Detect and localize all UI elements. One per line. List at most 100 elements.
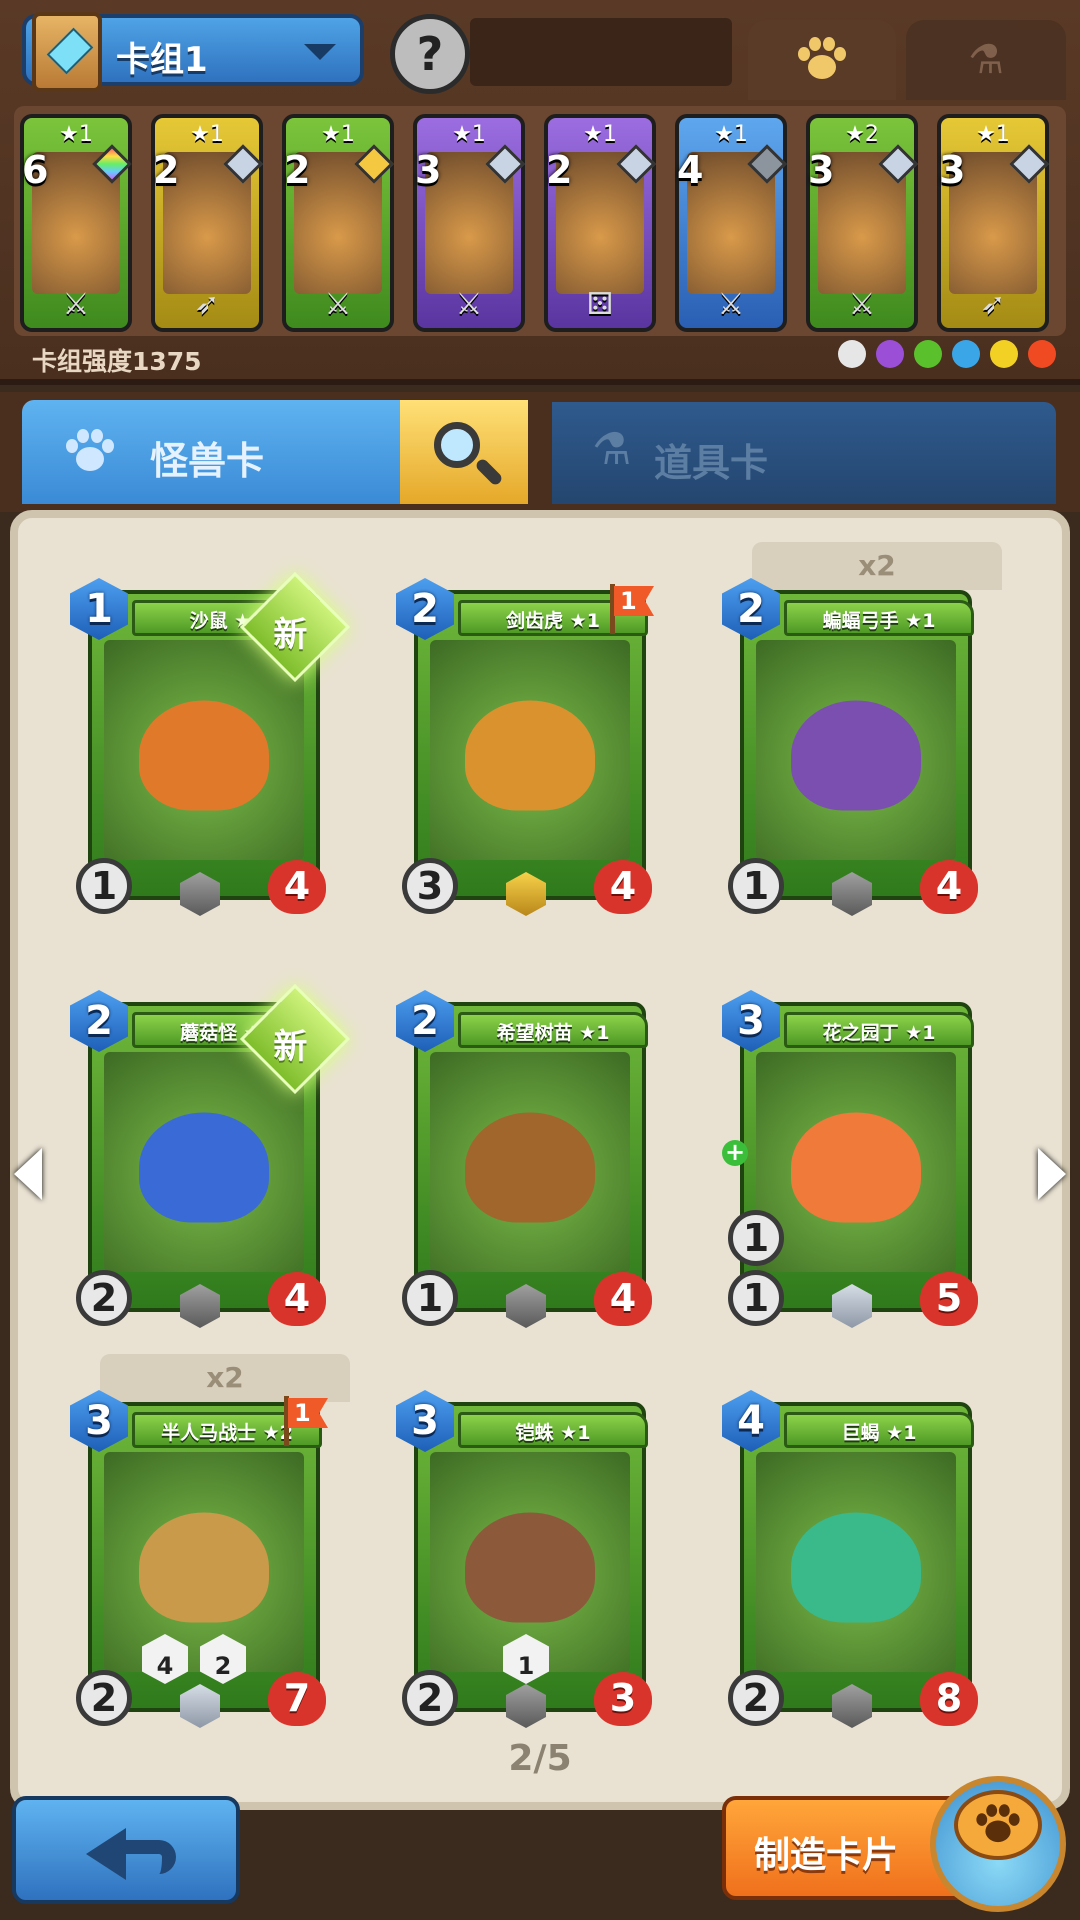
page-indicator: 2/5: [508, 1738, 572, 1779]
card-cost: 2: [284, 148, 311, 192]
card-cost: 6: [22, 148, 49, 192]
card-stars: ★1: [714, 122, 748, 147]
card-frame: 蝙蝠弓手 ★1: [740, 590, 974, 900]
health-stat: 4: [594, 1272, 652, 1326]
deck-card[interactable]: ★1 2 ⚔: [282, 114, 394, 332]
card-cost: 3: [939, 148, 966, 192]
next-page-arrow-icon[interactable]: [1038, 1148, 1066, 1200]
element-icon[interactable]: [876, 340, 904, 368]
deck-card[interactable]: ★1 6 ⚔: [20, 114, 132, 332]
card-frame: 希望树苗 ★1: [414, 1002, 648, 1312]
tab-item-deck[interactable]: ⚗: [906, 20, 1066, 100]
deck-card[interactable]: ★1 4 ⚔: [675, 114, 787, 332]
search-icon: [434, 422, 480, 468]
search-button[interactable]: [400, 400, 528, 504]
deck-card[interactable]: ★1 2 ➶: [151, 114, 263, 332]
health-stat: 4: [920, 860, 978, 914]
deck-card-strip: ★1 6 ⚔ ★1 2 ➶ ★1 2 ⚔ ★1 3 ⚔ ★1 2 ⚄ ★1 4 …: [14, 106, 1066, 336]
tab-item-cards[interactable]: ⚗ 道具卡: [552, 402, 1056, 504]
potion-icon: ⚗: [968, 37, 1004, 83]
monster-card[interactable]: x2 蝙蝠弓手 ★1 2 1 4: [722, 542, 1002, 918]
monster-card[interactable]: 铠蛛 ★1 3 2 3 1: [396, 1390, 656, 1730]
card-stars: ★1: [59, 122, 93, 147]
attack-stat: 2: [76, 1670, 132, 1726]
card-stars: ★1: [976, 122, 1010, 147]
element-filter-icons: [838, 340, 1056, 368]
card-art: [104, 1452, 304, 1672]
health-stat: 4: [268, 860, 326, 914]
monster-card[interactable]: 沙鼠 ★1 1 1 4 新: [70, 571, 351, 918]
card-art: [430, 640, 630, 860]
heal-stat: 1: [728, 1210, 784, 1266]
deck-card[interactable]: ★1 3 ➶: [937, 114, 1049, 332]
monster-card[interactable]: 蘑菇怪 ★1 2 2 4 新: [70, 983, 351, 1330]
paw-icon: [64, 429, 116, 475]
creature-illustration: [791, 1512, 921, 1623]
creature-illustration: [791, 700, 921, 811]
potion-icon: ⚗: [592, 424, 632, 475]
flag-icon: 1: [278, 1396, 328, 1446]
element-icon[interactable]: [914, 340, 942, 368]
chevron-down-icon: [304, 44, 336, 60]
deck-book-icon: [32, 12, 102, 92]
card-cost: 2: [153, 148, 180, 192]
sword-icon: ⚔: [848, 287, 876, 322]
health-stat: 7: [268, 1672, 326, 1726]
card-stars: ★1: [583, 122, 617, 147]
search-icon-handle: [474, 457, 504, 487]
deck-header: 卡组1 ? ⚗ ★1 6 ⚔ ★1 2 ➶ ★1 2 ⚔ ★1 3 ⚔ ★1 2: [0, 0, 1080, 385]
creature-illustration: [791, 1112, 921, 1223]
card-art: [104, 640, 304, 860]
monster-card[interactable]: 花之园丁 ★1 3 1 5 +1: [722, 990, 982, 1330]
element-icon[interactable]: [1028, 340, 1056, 368]
card-cost: 3: [415, 148, 442, 192]
attack-stat: 1: [728, 1270, 784, 1326]
attack-stat: 3: [402, 858, 458, 914]
dice-icon: ⚄: [586, 287, 614, 322]
card-name: 铠蛛 ★1: [458, 1412, 648, 1448]
element-icon[interactable]: [838, 340, 866, 368]
monster-card[interactable]: x2 半人马战士 ★2 3 2 7 142: [70, 1354, 350, 1730]
deck-card[interactable]: ★2 3 ⚔: [806, 114, 918, 332]
deck-card[interactable]: ★1 3 ⚔: [413, 114, 525, 332]
card-art: [756, 640, 956, 860]
deck-power: 卡组强度1375: [32, 347, 202, 376]
element-icon[interactable]: [952, 340, 980, 368]
monster-card[interactable]: 巨蝎 ★1 4 2 8: [722, 1390, 982, 1730]
card-frame: 剑齿虎 ★1: [414, 590, 648, 900]
creature-illustration: [465, 1512, 595, 1623]
back-arrow-icon: [86, 1822, 176, 1882]
card-art: [756, 1452, 956, 1672]
card-art: [104, 1052, 304, 1272]
card-name: 蝙蝠弓手 ★1: [784, 600, 974, 636]
flag-icon: 1: [604, 584, 654, 634]
attack-stat: 2: [76, 1270, 132, 1326]
deck-card[interactable]: ★1 2 ⚄: [544, 114, 656, 332]
health-stat: 8: [920, 1672, 978, 1726]
deck-selector[interactable]: 卡组1: [22, 12, 364, 92]
craft-card-label: 制造卡片: [754, 1835, 899, 1876]
bow-icon: ➶: [194, 287, 220, 322]
card-cost: 4: [677, 148, 704, 192]
tab-monster-deck[interactable]: [748, 20, 896, 100]
prev-page-arrow-icon[interactable]: [14, 1148, 42, 1200]
avatar[interactable]: ?: [390, 14, 470, 94]
health-stat: 3: [594, 1672, 652, 1726]
attack-stat: 2: [402, 1670, 458, 1726]
attack-stat: 1: [76, 858, 132, 914]
creature-illustration: [465, 700, 595, 811]
health-stat: 4: [268, 1272, 326, 1326]
monster-card[interactable]: 希望树苗 ★1 2 1 4: [396, 990, 656, 1330]
card-name: 花之园丁 ★1: [784, 1012, 974, 1048]
card-frame: 花之园丁 ★1: [740, 1002, 974, 1312]
card-stars: ★1: [452, 122, 486, 147]
element-icon[interactable]: [990, 340, 1018, 368]
duplicate-count: x2: [752, 542, 1002, 590]
card-stars: ★1: [321, 122, 355, 147]
creature-illustration: [139, 1512, 269, 1623]
monster-card[interactable]: 剑齿虎 ★1 2 3 4 1: [396, 578, 656, 918]
dust-jar-icon[interactable]: [930, 1776, 1066, 1912]
card-cost: 2: [546, 148, 573, 192]
tab-monster-cards[interactable]: 怪兽卡: [22, 400, 402, 504]
back-button[interactable]: [12, 1796, 240, 1904]
